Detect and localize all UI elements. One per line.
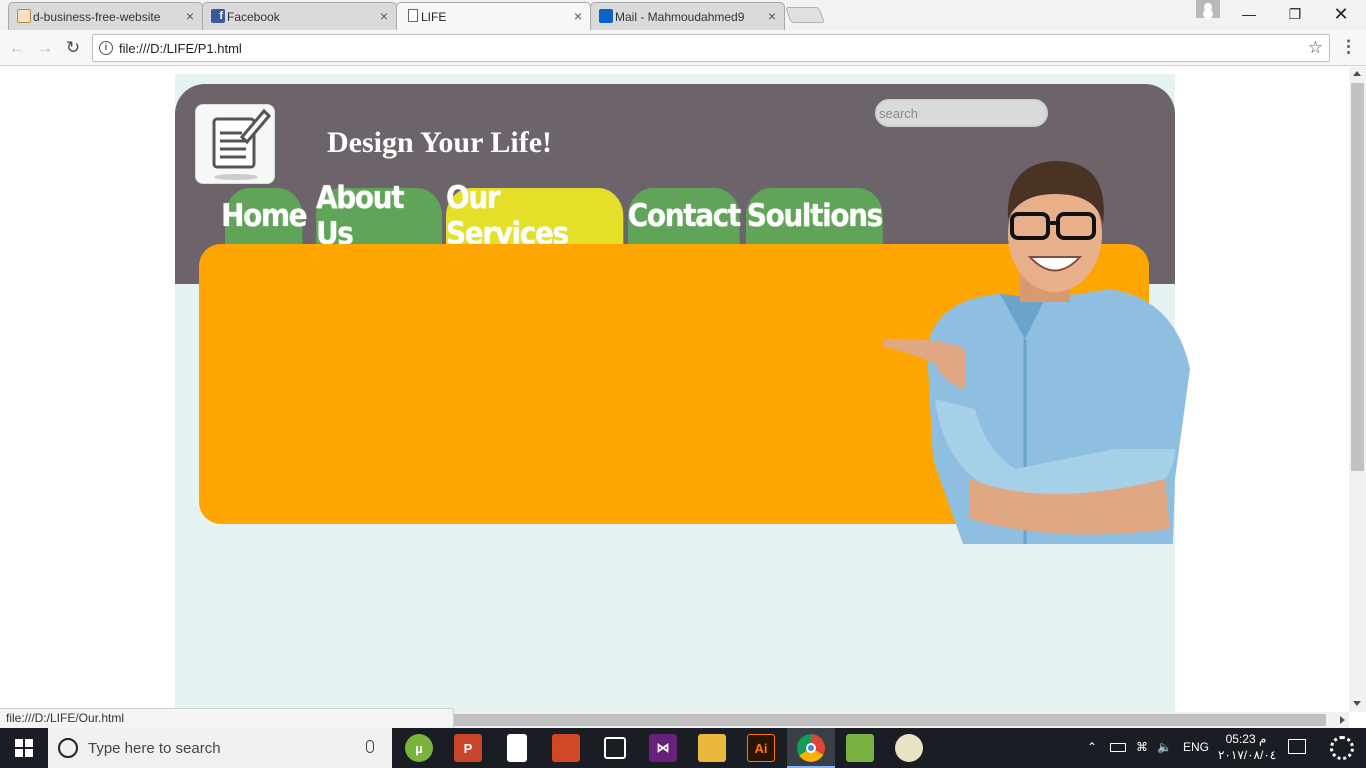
back-icon[interactable]: ← <box>6 37 28 59</box>
tab-title: d-business-free-website <box>33 9 161 24</box>
sheet-app-icon[interactable] <box>846 734 874 762</box>
show-hidden-icons[interactable]: ⌃ <box>1087 740 1097 754</box>
status-bubble: file:///D:/LIFE/Our.html <box>0 708 454 728</box>
scroll-thumb[interactable] <box>1351 83 1364 471</box>
clock[interactable]: 05:23 م ٢٠١٧/٠٨/٠٤ <box>1218 731 1277 763</box>
file-explorer-icon[interactable] <box>698 734 726 762</box>
new-tab-button[interactable] <box>785 7 825 23</box>
wifi-icon[interactable]: ⌘ <box>1136 740 1148 754</box>
scroll-up-arrow-icon[interactable] <box>1353 71 1361 76</box>
nav-tab-our-services[interactable]: Our Services <box>446 180 624 252</box>
address-bar[interactable]: i file:///D:/LIFE/P1.html ☆ <box>92 34 1330 62</box>
man-pointing-image <box>881 161 1190 544</box>
clock-date: ٢٠١٧/٠٨/٠٤ <box>1218 748 1277 762</box>
file-icon[interactable] <box>507 734 527 762</box>
app-icon[interactable] <box>552 734 580 762</box>
taskbar-search[interactable]: Type here to search <box>48 728 392 768</box>
volume-icon[interactable]: 🔈 <box>1157 740 1172 754</box>
tab-facebook[interactable]: f Facebook × <box>202 2 397 30</box>
start-button[interactable] <box>0 728 48 768</box>
search-input[interactable] <box>875 99 1048 127</box>
chrome-icon[interactable] <box>797 734 825 762</box>
windows-taskbar: Type here to search µ P ⋈ Ai ⌃ ⌘ 🔈 ENG 0… <box>0 728 1366 768</box>
tab-title: LIFE <box>421 9 447 24</box>
page-viewport: Design Your Life! Home About Us Our Serv… <box>0 67 1349 712</box>
tab-title: Mail - Mahmoudahmed9 <box>615 9 745 24</box>
page-favicon-icon <box>408 9 418 22</box>
forward-icon[interactable]: → <box>34 37 56 59</box>
action-center-icon[interactable] <box>1288 739 1306 754</box>
info-icon[interactable]: i <box>99 41 113 55</box>
nav-tab-contact[interactable]: Contact <box>628 188 741 244</box>
notepad-pencil-icon <box>212 108 272 180</box>
close-tab-icon[interactable]: × <box>186 8 194 24</box>
menu-icon[interactable]: ⋮ <box>1340 37 1357 59</box>
facebook-icon: f <box>211 9 225 23</box>
tab-strip: d-business-free-website × f Facebook × L… <box>0 0 1366 30</box>
tab-d-business[interactable]: d-business-free-website × <box>8 2 203 30</box>
logo <box>195 104 275 184</box>
document-favicon-icon <box>17 9 31 23</box>
browser-toolbar: ← → ↻ i file:///D:/LIFE/P1.html ☆ ⋮ <box>0 30 1366 66</box>
language-indicator[interactable]: ENG <box>1183 740 1209 754</box>
tab-life[interactable]: LIFE × <box>396 2 591 30</box>
site-title: Design Your Life! <box>327 126 552 159</box>
tab-title: Facebook <box>227 9 280 24</box>
battery-icon[interactable] <box>1110 743 1126 752</box>
powerpoint-icon[interactable]: P <box>454 734 482 762</box>
scroll-down-arrow-icon[interactable] <box>1353 701 1361 706</box>
tab-mail[interactable]: Mail - Mahmoudahmed9 × <box>590 2 785 30</box>
microphone-icon[interactable] <box>366 740 374 753</box>
profile-icon[interactable] <box>1196 0 1220 18</box>
close-tab-icon[interactable]: × <box>768 8 776 24</box>
brightness-icon[interactable] <box>1330 736 1354 760</box>
scroll-right-arrow-icon[interactable] <box>1340 716 1345 724</box>
illustrator-icon[interactable]: Ai <box>747 734 775 762</box>
windows-logo-icon <box>15 739 33 757</box>
paint-icon[interactable] <box>895 734 923 762</box>
nav-tab-home[interactable]: Home <box>221 188 308 244</box>
restore-button[interactable]: ❐ <box>1272 0 1318 28</box>
url-text[interactable]: file:///D:/LIFE/P1.html <box>119 41 242 56</box>
close-tab-icon[interactable]: × <box>380 8 388 24</box>
nav-tab-soultions[interactable]: Soultions <box>746 188 883 244</box>
store-icon[interactable] <box>604 737 626 759</box>
outlook-icon <box>599 9 613 23</box>
page-container: Design Your Life! Home About Us Our Serv… <box>175 74 1190 712</box>
taskbar-search-placeholder: Type here to search <box>88 740 221 757</box>
nav-tab-about-us[interactable]: About Us <box>316 180 442 252</box>
utorrent-icon[interactable]: µ <box>405 734 433 762</box>
visual-studio-icon[interactable]: ⋈ <box>649 734 677 762</box>
close-tab-icon[interactable]: × <box>574 8 582 24</box>
close-window-button[interactable]: ✕ <box>1318 0 1364 28</box>
clock-time: 05:23 م <box>1225 732 1267 746</box>
bookmark-star-icon[interactable]: ☆ <box>1308 38 1323 58</box>
vertical-scrollbar[interactable] <box>1349 67 1366 712</box>
reload-icon[interactable]: ↻ <box>62 37 84 59</box>
cortana-icon <box>58 738 78 758</box>
minimize-button[interactable]: — <box>1226 0 1272 28</box>
